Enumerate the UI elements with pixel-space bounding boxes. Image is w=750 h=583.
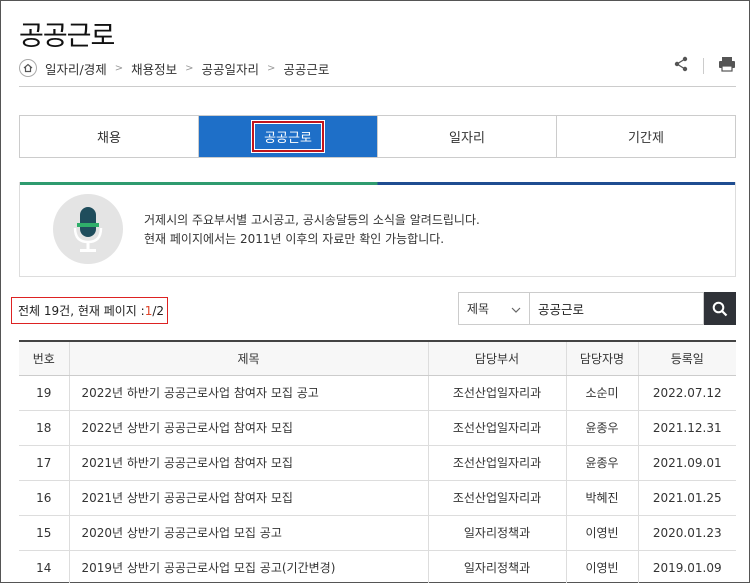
info-line: 현재 페이지에서는 2011년 이후의 자료만 확인 가능합니다. <box>144 232 445 246</box>
info-topbar <box>20 182 735 185</box>
tab-label: 기간제 <box>628 131 664 146</box>
page-title: 공공근로 <box>19 21 115 52</box>
row-date: 2019.01.09 <box>638 550 736 583</box>
chevron-right-icon: > <box>267 62 276 74</box>
search-input[interactable] <box>530 292 704 325</box>
search-bar: 제목 <box>458 292 736 325</box>
table-header-row: 번호 제목 담당부서 담당자명 등록일 <box>19 341 736 376</box>
row-number: 18 <box>19 410 70 446</box>
row-manager: 소순미 <box>566 375 639 411</box>
notice-table: 번호 제목 담당부서 담당자명 등록일 19 2022년 하반기 공공근로사업 … <box>19 340 736 583</box>
microphone-icon <box>53 194 123 264</box>
column-header: 담당부서 <box>428 341 567 376</box>
row-date: 2022.07.12 <box>638 375 736 411</box>
table-row: 19 2022년 하반기 공공근로사업 참여자 모집 공고 조선산업일자리과 소… <box>19 375 736 411</box>
tab-label: 채용 <box>97 131 121 146</box>
info-box: 거제시의 주요부서별 고시공고, 공시송달등의 소식을 알려드립니다. 현재 페… <box>19 182 736 277</box>
breadcrumb-item[interactable]: 공공근로 <box>283 59 329 78</box>
column-header: 번호 <box>19 341 70 376</box>
row-date: 2021.12.31 <box>638 410 736 446</box>
tab-label: 일자리 <box>449 131 485 146</box>
row-date: 2021.09.01 <box>638 445 736 481</box>
table-row: 18 2022년 상반기 공공근로사업 참여자 모집 조선산업일자리과 윤종우 … <box>19 410 736 446</box>
row-number: 14 <box>19 550 70 583</box>
row-manager: 이영빈 <box>566 515 639 551</box>
chevron-right-icon: > <box>114 62 124 74</box>
row-department: 조선산업일자리과 <box>428 445 567 481</box>
tab-jobs[interactable]: 일자리 <box>378 116 557 157</box>
table-row: 14 2019년 상반기 공공근로사업 모집 공고(기간변경) 일자리정책과 이… <box>19 550 736 583</box>
row-date: 2021.01.25 <box>638 480 736 516</box>
row-department: 일자리정책과 <box>428 515 567 551</box>
row-manager: 박혜진 <box>566 480 639 516</box>
row-title-link[interactable]: 2022년 하반기 공공근로사업 참여자 모집 공고 <box>69 375 429 411</box>
row-date: 2020.01.23 <box>638 515 736 551</box>
table-row: 17 2021년 하반기 공공근로사업 참여자 모집 조선산업일자리과 윤종우 … <box>19 445 736 481</box>
divider <box>703 58 704 74</box>
row-title-link[interactable]: 2020년 상반기 공공근로사업 모집 공고 <box>69 515 429 551</box>
breadcrumb: 일자리/경제 > 채용정보 > 공공일자리 > 공공근로 <box>19 58 329 78</box>
search-icon <box>712 301 728 316</box>
row-title-link[interactable]: 2022년 상반기 공공근로사업 참여자 모집 <box>69 410 429 446</box>
tab-public-work[interactable]: 공공근로 <box>199 116 378 157</box>
row-number: 19 <box>19 375 70 411</box>
table-row: 15 2020년 상반기 공공근로사업 모집 공고 일자리정책과 이영빈 202… <box>19 515 736 551</box>
row-title-link[interactable]: 2021년 상반기 공공근로사업 참여자 모집 <box>69 480 429 516</box>
row-department: 조선산업일자리과 <box>428 480 567 516</box>
info-line: 거제시의 주요부서별 고시공고, 공시송달등의 소식을 알려드립니다. <box>144 213 480 227</box>
row-number: 15 <box>19 515 70 551</box>
row-department: 조선산업일자리과 <box>428 375 567 411</box>
count-prefix: 전체 19건, 현재 페이지 : <box>18 304 145 318</box>
row-department: 일자리정책과 <box>428 550 567 583</box>
row-number: 16 <box>19 480 70 516</box>
breadcrumb-item[interactable]: 채용정보 <box>131 59 177 78</box>
row-department: 조선산업일자리과 <box>428 410 567 446</box>
row-number: 17 <box>19 445 70 481</box>
share-icon[interactable] <box>673 56 689 76</box>
table-row: 16 2021년 상반기 공공근로사업 참여자 모집 조선산업일자리과 박혜진 … <box>19 480 736 516</box>
chevron-right-icon: > <box>185 62 194 74</box>
row-manager: 이영빈 <box>566 550 639 583</box>
row-manager: 윤종우 <box>566 445 639 481</box>
row-manager: 윤종우 <box>566 410 639 446</box>
tab-label: 공공근로 <box>251 120 325 153</box>
column-header: 등록일 <box>638 341 736 376</box>
column-header: 담당자명 <box>566 341 639 376</box>
category-tabs: 채용 공공근로 일자리 기간제 <box>19 115 736 158</box>
column-header: 제목 <box>69 341 429 376</box>
home-icon[interactable] <box>19 59 37 77</box>
info-text: 거제시의 주요부서별 고시공고, 공시송달등의 소식을 알려드립니다. 현재 페… <box>144 211 480 249</box>
result-count: 전체 19건, 현재 페이지 : 1/2 <box>11 297 168 324</box>
tab-fixed-term[interactable]: 기간제 <box>557 116 735 157</box>
search-field-select[interactable]: 제목 <box>458 292 530 325</box>
row-title-link[interactable]: 2021년 하반기 공공근로사업 참여자 모집 <box>69 445 429 481</box>
select-value: 제목 <box>467 302 490 316</box>
print-icon[interactable] <box>718 56 736 76</box>
page-tools <box>673 56 736 76</box>
row-title-link[interactable]: 2019년 상반기 공공근로사업 모집 공고(기간변경) <box>69 550 429 583</box>
breadcrumb-item[interactable]: 공공일자리 <box>202 59 260 78</box>
chevron-down-icon <box>511 302 521 316</box>
current-page: 1 <box>144 303 153 318</box>
total-pages: /2 <box>152 303 165 318</box>
search-button[interactable] <box>704 292 736 325</box>
tab-recruit[interactable]: 채용 <box>20 116 199 157</box>
divider <box>19 86 736 87</box>
breadcrumb-item[interactable]: 일자리/경제 <box>45 59 107 78</box>
